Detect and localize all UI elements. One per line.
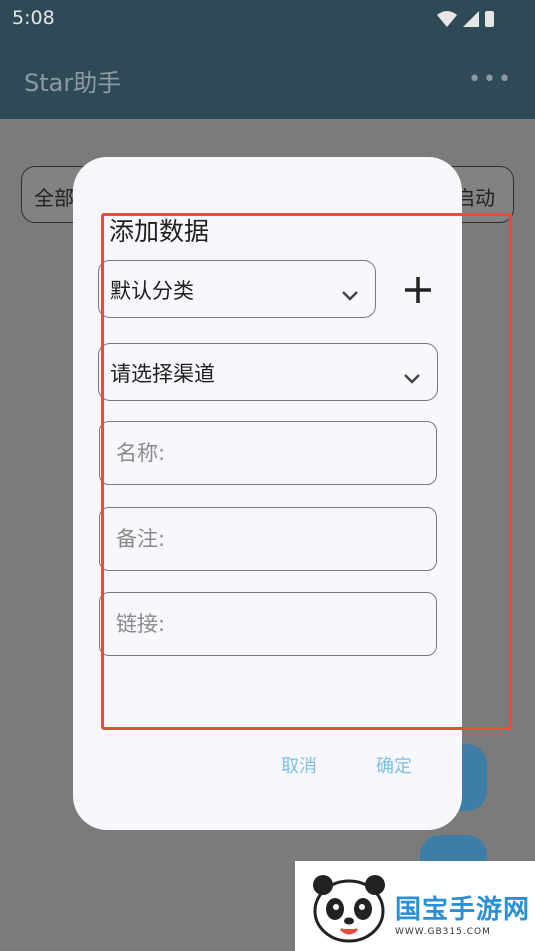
- cancel-button[interactable]: 取消: [281, 752, 317, 778]
- status-time: 5:08: [12, 7, 55, 29]
- confirm-button[interactable]: 确定: [376, 752, 412, 778]
- app-bar: Star助手 •••: [0, 37, 535, 119]
- signal-icon: [463, 11, 479, 27]
- panda-logo-icon: [307, 867, 391, 951]
- battery-icon: [485, 11, 494, 27]
- wifi-icon: [437, 11, 457, 27]
- watermark: 国宝手游网 WWW.GB315.COM: [295, 861, 535, 951]
- watermark-name: 国宝手游网: [395, 895, 531, 925]
- status-icons: [435, 9, 495, 33]
- app-title: Star助手: [24, 69, 122, 97]
- more-dots-icon[interactable]: •••: [468, 67, 513, 92]
- status-bar: 5:08: [0, 0, 535, 37]
- highlight-annotation: [101, 213, 512, 730]
- watermark-url: WWW.GB315.COM: [395, 927, 491, 937]
